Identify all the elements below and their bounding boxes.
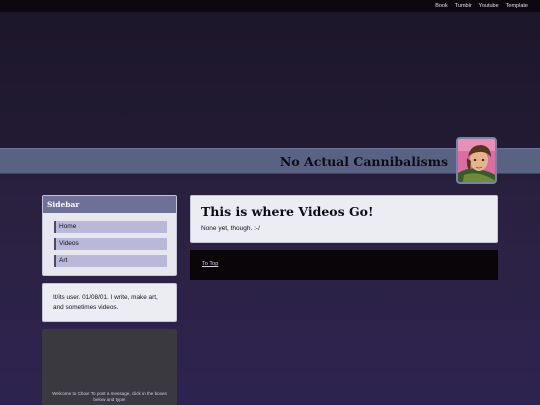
post-body: None yet, though. :-/ <box>201 225 260 232</box>
sidebar: Sidebar Home Videos Art <box>42 195 177 276</box>
site-title: No Actual Cannibalisms <box>279 154 448 169</box>
chat-welcome-text: Welcome to Cbox! To post a message, clic… <box>52 391 167 402</box>
to-top-link[interactable]: To Top <box>202 261 218 267</box>
avatar <box>456 137 497 184</box>
nav-link-youtube[interactable]: Youtube <box>479 0 499 12</box>
nav-link-book[interactable]: Book <box>435 0 448 12</box>
avatar-portrait-image <box>458 139 495 182</box>
post-card: This is where Videos Go! None yet, thoug… <box>190 195 498 243</box>
post-footer: To Top <box>190 250 498 280</box>
post-title: This is where Videos Go! <box>201 204 374 219</box>
about-box: It/its user. 01/08/01. I write, make art… <box>42 283 177 322</box>
nav-link-template[interactable]: Template <box>506 0 528 12</box>
sidebar-heading: Sidebar <box>43 196 176 213</box>
chat-box[interactable]: Welcome to Cbox! To post a message, clic… <box>42 329 177 405</box>
sidebar-item-home[interactable]: Home <box>54 221 167 233</box>
sidebar-item-videos[interactable]: Videos <box>54 238 167 250</box>
top-nav: Book Tumblr Youtube Template <box>0 0 540 12</box>
nav-link-tumblr[interactable]: Tumblr <box>455 0 472 12</box>
sidebar-item-art[interactable]: Art <box>54 255 167 267</box>
about-text: It/its user. 01/08/01. I write, make art… <box>53 294 158 311</box>
